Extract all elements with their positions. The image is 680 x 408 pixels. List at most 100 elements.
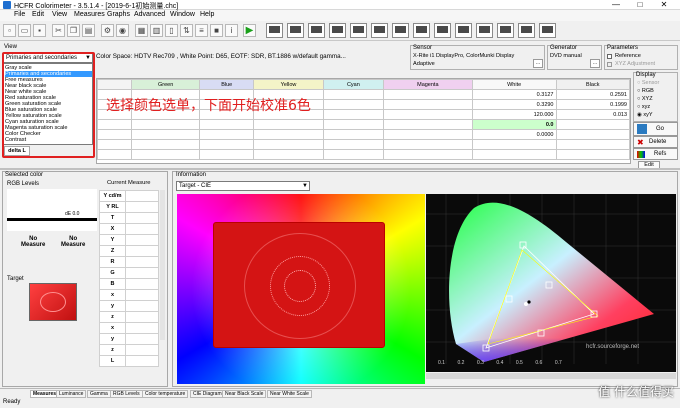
display-option-sensor[interactable]: ○ Sensor [637, 80, 659, 86]
monitor-sat-red-icon[interactable] [434, 23, 451, 38]
tab-luminance[interactable]: Luminance [56, 390, 87, 398]
display-option-xyz-upper[interactable]: ○ XYZ [637, 96, 653, 102]
menu-measures[interactable]: Measures [74, 11, 105, 18]
table-row[interactable] [97, 139, 630, 150]
display-label: Display [636, 72, 656, 78]
cell-white[interactable]: 0.3127 [471, 89, 557, 100]
monitor-sat-blue-icon[interactable] [476, 23, 493, 38]
table-icon[interactable]: ▥ [150, 24, 163, 37]
tab-near-black[interactable]: Near Black Scale [222, 390, 267, 398]
col-header-blue: Blue [199, 79, 255, 90]
cell-white[interactable]: 0.0000 [471, 129, 557, 140]
sensor-config-button[interactable]: … [533, 59, 543, 68]
measure-field: G [99, 267, 126, 279]
close-button[interactable]: ✕ [652, 0, 676, 10]
tab-cie-diagram[interactable]: CIE Diagram [190, 390, 225, 398]
monitor-gray-icon[interactable] [266, 23, 283, 38]
cell-white[interactable]: 0.3290 [471, 99, 557, 110]
save-icon[interactable]: ▪ [33, 24, 46, 37]
monitor-nearblack-icon[interactable] [329, 23, 346, 38]
sort-icon[interactable]: ⇅ [180, 24, 193, 37]
tab-color-temperature[interactable]: Color temperature [142, 390, 189, 398]
splitter[interactable] [0, 168, 680, 170]
monitor-nearwhite-icon[interactable] [350, 23, 367, 38]
delete-button[interactable]: ✖ Delete [633, 136, 678, 148]
play-icon[interactable]: ▶ [243, 24, 256, 37]
col-header-green: Green [130, 79, 201, 90]
cell-white[interactable]: 120.000 [471, 109, 557, 120]
menu-file[interactable]: File [14, 11, 25, 18]
cell-black[interactable]: 0.013 [555, 109, 630, 120]
monitor-primaries-icon[interactable] [287, 23, 304, 38]
cell-black[interactable] [555, 129, 630, 140]
info-icon[interactable]: i [225, 24, 238, 37]
cie-scrollbar[interactable] [426, 373, 676, 379]
monitor-checker-icon[interactable] [392, 23, 409, 38]
status-text: Ready [3, 399, 21, 405]
paste-icon[interactable]: ▤ [82, 24, 95, 37]
monitor-sat-magenta-icon[interactable] [539, 23, 556, 38]
copy-icon[interactable]: ❐ [67, 24, 80, 37]
generator-config-button[interactable]: … [590, 59, 600, 68]
menu-view[interactable]: View [52, 11, 67, 18]
tab-measures[interactable]: Measures [30, 390, 60, 398]
monitor-sat-yellow-icon[interactable] [497, 23, 514, 38]
grid-icon[interactable]: ▦ [135, 24, 148, 37]
menu-help[interactable]: Help [200, 11, 214, 18]
monitor-freemeasure-icon[interactable] [308, 23, 325, 38]
go-button[interactable]: Go [633, 122, 678, 136]
display-option-xyz-lower[interactable]: ○ xyz [637, 104, 650, 110]
display-group: Display ○ Sensor ○ RGB ○ XYZ ○ xyz ◉ xyY [633, 72, 678, 122]
measure-icon[interactable]: ◉ [116, 24, 129, 37]
stop-icon[interactable]: ■ [210, 24, 223, 37]
menu-edit[interactable]: Edit [32, 11, 44, 18]
list-icon[interactable]: ≡ [195, 24, 208, 37]
xyz-adjust-checkbox[interactable] [607, 62, 612, 67]
table-row[interactable] [97, 149, 630, 160]
sensor-label: Sensor [413, 45, 433, 51]
table-row[interactable]: 0.0 [97, 119, 630, 130]
tab-gamma[interactable]: Gamma [87, 390, 111, 398]
display-option-rgb[interactable]: ○ RGB [637, 88, 654, 94]
cell-black[interactable]: 0.1999 [555, 99, 630, 110]
monitor-sat-green-icon[interactable] [455, 23, 472, 38]
tab-rgb-levels[interactable]: RGB Levels [110, 390, 143, 398]
chevron-down-icon: ▼ [302, 183, 308, 189]
generator-label: Generator [550, 45, 578, 51]
monitor-sat-cyan-icon[interactable] [518, 23, 535, 38]
cell-black[interactable] [555, 119, 630, 130]
rgb-levels-baseline [7, 218, 97, 221]
doc-icon[interactable]: ▯ [165, 24, 178, 37]
tab-near-white[interactable]: Near White Scale [267, 390, 312, 398]
refs-button[interactable]: Refs [633, 148, 678, 160]
target-swatch-rings [40, 292, 66, 312]
white-point [524, 302, 528, 306]
monitor-saturation-icon[interactable] [371, 23, 388, 38]
reference-checkbox[interactable] [607, 54, 612, 59]
monitor-contrast-icon[interactable] [413, 23, 430, 38]
information-label: Information [176, 172, 207, 178]
maximize-button[interactable]: □ [628, 0, 652, 10]
menu-window[interactable]: Window [170, 11, 195, 18]
sensor-group: Sensor X-Rite i1 DisplayPro, ColorMunki … [410, 45, 545, 70]
target-select[interactable]: Target - CIE ▼ [176, 181, 310, 191]
measure-field: Z [99, 245, 126, 257]
cell-black[interactable]: 0.2591 [555, 89, 630, 100]
hcfr-site-label: hcfr.sourceforge.net [586, 344, 640, 350]
cut-icon[interactable]: ✂ [52, 24, 65, 37]
status-bar: Ready [0, 398, 680, 408]
rgb-levels-label: RGB Levels [7, 181, 40, 187]
measure-scrollbar[interactable] [160, 190, 165, 340]
new-icon[interactable]: ▫ [3, 24, 16, 37]
toolbar: ▫ ▭ ▪ ✂ ❐ ▤ ⚙ ◉ ▦ ▥ ▯ ⇅ ≡ ■ i ▶ [0, 21, 680, 41]
settings-icon[interactable]: ⚙ [101, 24, 114, 37]
minimize-button[interactable]: — [604, 0, 628, 10]
measure-field: y [99, 300, 126, 312]
menu-graphs[interactable]: Graphs [107, 11, 130, 18]
menu-advanced[interactable]: Advanced [134, 11, 165, 18]
open-icon[interactable]: ▭ [18, 24, 31, 37]
cell-white[interactable]: 0.0 [471, 119, 557, 130]
annotation-text: 选择颜色选单，下面开始校准6色 [106, 98, 311, 114]
table-row[interactable]: 0.0000 [97, 129, 630, 140]
display-option-xyy[interactable]: ◉ xyY [637, 112, 653, 118]
